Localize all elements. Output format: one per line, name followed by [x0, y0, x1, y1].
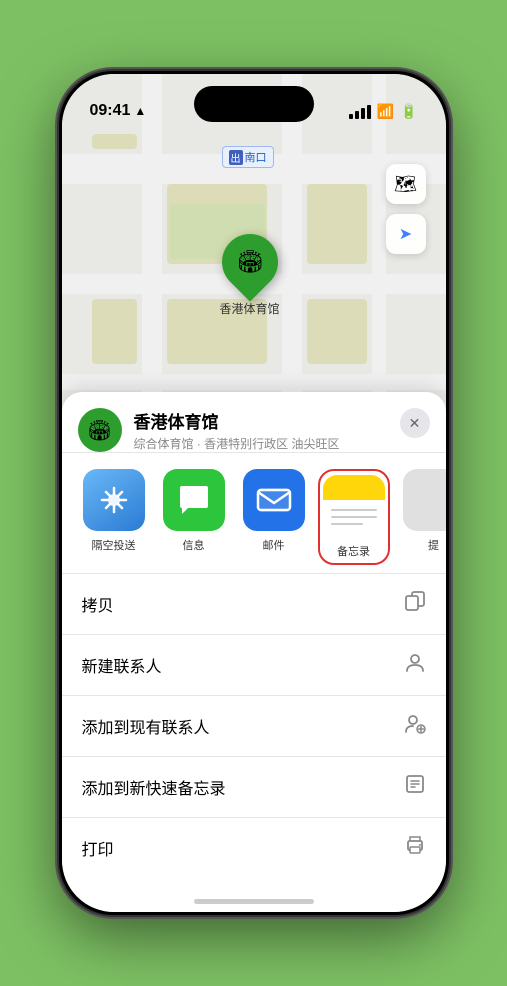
- pin-icon: 🏟: [210, 222, 289, 301]
- message-label: 信息: [183, 537, 205, 553]
- sheet-header: 🏟 香港体育馆 综合体育馆 · 香港特别行政区 油尖旺区 ✕: [62, 392, 446, 452]
- location-button[interactable]: ➤: [386, 214, 426, 254]
- share-row: 隔空投送 信息: [62, 453, 446, 573]
- signal-icon: [349, 105, 371, 119]
- stadium-pin: 🏟 香港体育馆: [220, 234, 280, 317]
- more-icon: [403, 469, 446, 531]
- share-item-message[interactable]: 信息: [158, 469, 230, 565]
- map-controls: 🗺 ➤: [386, 164, 426, 254]
- stadium-icon: 🏟: [236, 249, 264, 275]
- action-row-add-existing[interactable]: 添加到现有联系人: [62, 696, 446, 757]
- mail-label: 邮件: [263, 537, 285, 553]
- new-contact-label: 新建联系人: [82, 653, 162, 677]
- map-type-button[interactable]: 🗺: [386, 164, 426, 204]
- share-item-mail[interactable]: 邮件: [238, 469, 310, 565]
- venue-icon: 🏟: [78, 408, 122, 452]
- map-type-icon: 🗺: [394, 174, 417, 195]
- location-arrow-icon: ▲: [134, 104, 146, 118]
- airdrop-icon: [83, 469, 145, 531]
- home-indicator: [194, 899, 314, 904]
- battery-icon: 🔋: [400, 103, 417, 120]
- notes-lines: [331, 509, 377, 525]
- add-existing-icon: [404, 712, 426, 740]
- status-time: 09:41: [90, 102, 131, 120]
- add-notes-label: 添加到新快速备忘录: [82, 775, 226, 799]
- print-label: 打印: [82, 836, 114, 860]
- message-icon: [163, 469, 225, 531]
- action-row-new-contact[interactable]: 新建联系人: [62, 635, 446, 696]
- copy-icon: [404, 590, 426, 618]
- notes-icon: [323, 475, 385, 537]
- add-notes-icon: [404, 773, 426, 801]
- copy-label: 拷贝: [82, 592, 114, 616]
- venue-description: 综合体育馆 · 香港特别行政区 油尖旺区: [134, 435, 430, 452]
- share-item-airdrop[interactable]: 隔空投送: [78, 469, 150, 565]
- more-label: 提: [428, 537, 439, 553]
- dynamic-island: [194, 86, 314, 122]
- print-icon: [404, 834, 426, 862]
- pin-label: 香港体育馆: [220, 300, 280, 317]
- bottom-sheet: 🏟 香港体育馆 综合体育馆 · 香港特别行政区 油尖旺区 ✕: [62, 392, 446, 912]
- notes-label: 备忘录: [337, 543, 370, 559]
- map-entrance-label: 出 南口: [222, 146, 274, 168]
- venue-name: 香港体育馆: [134, 408, 430, 433]
- phone-frame: 09:41 ▲ 📶 🔋: [59, 71, 449, 915]
- action-row-add-notes[interactable]: 添加到新快速备忘录: [62, 757, 446, 818]
- new-contact-icon: [404, 651, 426, 679]
- mail-icon: [243, 469, 305, 531]
- action-row-print[interactable]: 打印: [62, 818, 446, 878]
- add-existing-label: 添加到现有联系人: [82, 714, 210, 738]
- airdrop-label: 隔空投送: [92, 537, 136, 553]
- close-button[interactable]: ✕: [400, 408, 430, 438]
- venue-info: 香港体育馆 综合体育馆 · 香港特别行政区 油尖旺区: [134, 408, 430, 452]
- share-item-notes[interactable]: 备忘录: [318, 469, 390, 565]
- share-item-more[interactable]: 提: [398, 469, 446, 565]
- wifi-icon: 📶: [377, 103, 394, 120]
- phone-inner: 09:41 ▲ 📶 🔋: [62, 74, 446, 912]
- location-icon: ➤: [399, 224, 412, 244]
- venue-emoji: 🏟: [87, 418, 112, 443]
- action-row-copy[interactable]: 拷贝: [62, 574, 446, 635]
